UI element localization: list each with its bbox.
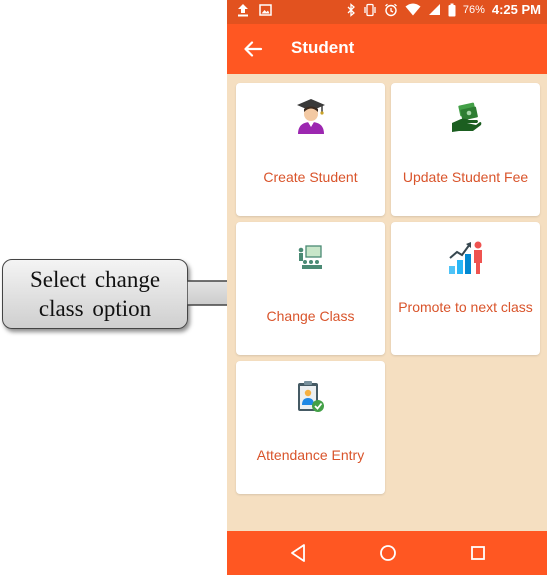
battery-percent: 76% [462,3,485,16]
status-bar: 76% 4:25 PM [227,0,547,24]
clock: 4:25 PM [491,2,541,17]
promote-to-next-class-label: Promote to next class [398,299,533,315]
navigation-bar [227,531,547,575]
create-student-button[interactable]: Create Student [236,83,385,216]
wifi-icon [405,3,421,16]
alarm-icon [384,3,397,16]
graduate-icon [296,99,325,134]
battery-icon [448,3,456,16]
annotation-callout: Select change class option [2,259,188,329]
back-arrow-icon[interactable] [241,37,265,61]
page-title: Student [291,38,355,57]
image-icon [259,4,272,16]
money-hand-icon [451,102,481,132]
attendance-clipboard-icon [297,381,324,412]
recents-square-icon[interactable] [467,542,489,564]
attendance-entry-label: Attendance Entry [256,447,365,463]
signal-icon [428,4,440,15]
annotation-text: Select change class option [29,267,161,321]
phone-screen: 76% 4:25 PM Student Create Student Updat… [227,0,547,575]
bluetooth-icon [347,2,355,17]
update-student-fee-button[interactable]: Update Student Fee [391,83,540,216]
promote-to-next-class-button[interactable]: Promote to next class [391,222,540,355]
app-bar: Student [227,24,547,74]
back-triangle-icon[interactable] [288,542,310,564]
create-student-label: Create Student [263,169,358,185]
update-student-fee-label: Update Student Fee [402,169,529,185]
attendance-entry-button[interactable]: Attendance Entry [236,361,385,494]
upload-icon [238,4,248,17]
growth-chart-icon [448,241,482,274]
change-class-label: Change Class [266,308,355,324]
home-circle-icon[interactable] [377,542,399,564]
classroom-icon [298,245,322,269]
change-class-button[interactable]: Change Class [236,222,385,355]
vibrate-icon [364,3,376,16]
